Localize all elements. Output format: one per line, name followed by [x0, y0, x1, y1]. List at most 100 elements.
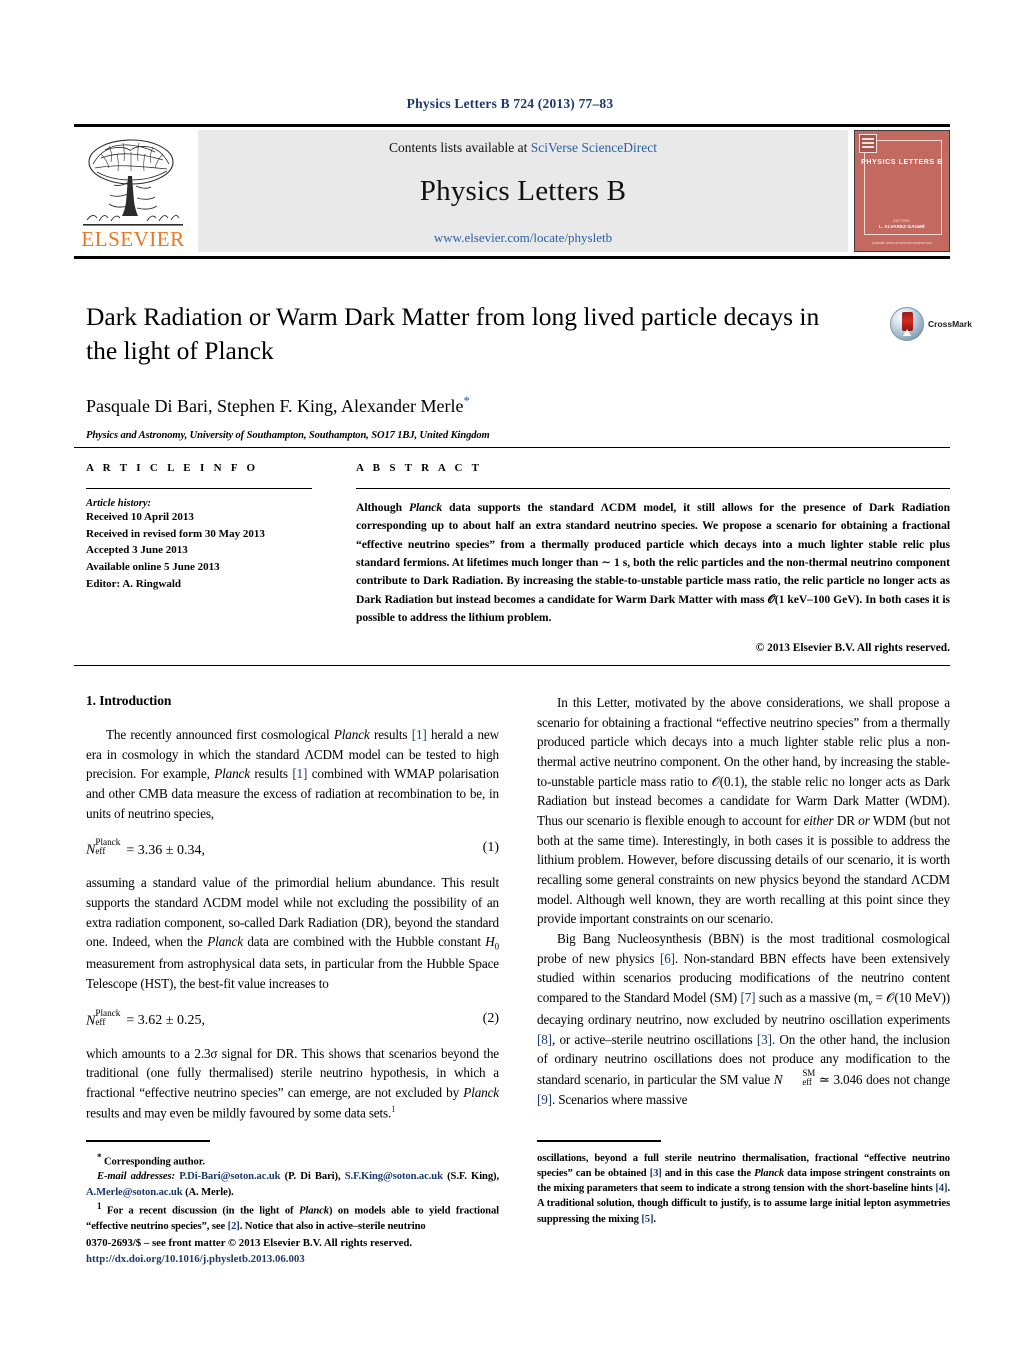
p1-planck: Planck	[333, 727, 370, 742]
p3-seg-b: results and may even be mildly favoured …	[86, 1105, 392, 1121]
rp2-seg-g: ≃ 3.046 does not change	[815, 1072, 950, 1088]
crossmark-badge[interactable]: CrossMark	[890, 302, 972, 346]
eq1-number: (1)	[482, 840, 499, 856]
eq1-symbol: N Planck eff	[86, 838, 120, 858]
abstract-planck-italic: Planck	[408, 501, 443, 514]
citation-ref-6[interactable]: [6]	[660, 951, 675, 966]
eq2-n: N	[86, 1013, 96, 1029]
abstract-heading: A B S T R A C T	[356, 462, 483, 474]
abstract-text: Although Planck data supports the standa…	[356, 499, 950, 627]
paragraph-intro-3: which amounts to a 2.3σ signal for DR. T…	[86, 1044, 499, 1123]
citation-ref-1[interactable]: [1]	[412, 727, 427, 742]
body-column-right: In this Letter, motivated by the above c…	[537, 693, 950, 1109]
sciencedirect-link[interactable]: SciVerse ScienceDirect	[531, 140, 657, 155]
abstract-divider	[356, 488, 950, 489]
citation-ref-7[interactable]: [7]	[740, 990, 755, 1005]
article-info-column: A R T I C L E I N F O Article history: R…	[86, 462, 326, 593]
footnote-rule-left	[86, 1140, 210, 1142]
rp2-seg-e: , or active–sterile neutrino oscillation…	[551, 1031, 757, 1047]
citation-ref-4[interactable]: [4]	[935, 1183, 947, 1194]
citation-ref-5[interactable]: [5]	[641, 1214, 653, 1225]
p3-seg-a: which amounts to a 2.3σ signal for DR. T…	[86, 1045, 499, 1101]
equation-2: N Planck eff = 3.62 ± 0.25, (2)	[86, 1008, 499, 1031]
elsevier-logo: ELSEVIER	[74, 130, 192, 252]
section-heading-introduction: 1. Introduction	[86, 693, 172, 708]
history-editor: Editor: A. Ringwald	[86, 577, 182, 590]
cover-availability-line: Available online at www.sciencedirect.co…	[872, 241, 932, 245]
cover-editors-label: EDITORS:	[893, 219, 911, 223]
affiliation: Physics and Astronomy, University of Sou…	[86, 429, 490, 441]
footnote-marker-1[interactable]: 1	[391, 1104, 396, 1114]
footnote-1-seg-c: . Notice that also in active–sterile neu…	[239, 1220, 426, 1232]
abstract-band-top-rule	[74, 447, 950, 448]
journal-homepage-link[interactable]: www.elsevier.com/locate/physletb	[434, 230, 612, 246]
paragraph-intro-2: assuming a standard value of the primord…	[86, 873, 499, 993]
article-history-label: Article history:	[86, 498, 152, 509]
p1-seg-d: results	[249, 766, 293, 782]
author-list: Pasquale Di Bari, Stephen F. King, Alexa…	[86, 393, 876, 417]
email-link-merle[interactable]: A.Merle@soton.ac.uk	[86, 1187, 183, 1198]
doi-link[interactable]: http://dx.doi.org/10.1016/j.physletb.201…	[86, 1252, 516, 1268]
citation-ref-3b[interactable]: [3]	[650, 1168, 662, 1179]
rp2-nsm-sub: eff	[802, 1076, 812, 1087]
journal-masthead: ELSEVIER Contents lists available at Sci…	[74, 124, 950, 259]
eq2-symbol: N Planck eff	[86, 1008, 120, 1029]
crossmark-label: CrossMark	[928, 319, 972, 329]
fnr-seg-b: and in this case the	[661, 1167, 755, 1179]
article-info-heading: A R T I C L E I N F O	[86, 462, 259, 474]
rp1-seg-b: DR	[833, 813, 859, 829]
rp2-seg-c: such as a massive (m	[755, 990, 869, 1006]
paragraph-right-2: Big Bang Nucleosynthesis (BBN) is the mo…	[537, 929, 950, 1109]
issn-line: 0370-2693/$ – see front matter © 2013 El…	[86, 1237, 413, 1249]
cover-badge-icon	[859, 134, 877, 153]
citation-ref-3[interactable]: [3]	[757, 1032, 772, 1047]
footnotes-left: * Corresponding author. E-mail addresses…	[86, 1140, 499, 1234]
abstract-band-bottom-rule	[74, 665, 950, 666]
abstract-rest: data supports the standard ΛCDM model, i…	[356, 501, 950, 624]
eq1-subscript: eff	[95, 846, 106, 857]
email-name-merle: (A. Merle).	[182, 1186, 234, 1198]
eq2-subscript: eff	[95, 1016, 106, 1027]
body-column-left: 1. Introduction The recently announced f…	[86, 693, 499, 1123]
masthead-top-rule	[74, 124, 950, 127]
eq1-n: N	[86, 842, 96, 858]
p3-planck: Planck	[463, 1085, 499, 1101]
fnr-planck: Planck	[754, 1167, 785, 1179]
elsevier-wordmark: ELSEVIER	[81, 227, 185, 251]
rp1-seg-c: WDM (but not both at the same time). Int…	[537, 813, 950, 927]
history-revised: Received in revised form 30 May 2013	[86, 527, 265, 540]
contents-prefix: Contents lists available at	[388, 140, 531, 155]
p2-seg-c: measurement from astrophysical data sets…	[86, 956, 499, 992]
crossmark-icon	[890, 307, 924, 341]
citation-ref-1b[interactable]: [1]	[292, 766, 307, 781]
sciencedirect-panel: Contents lists available at SciVerse Sci…	[198, 130, 848, 252]
email-link-king[interactable]: S.F.King@soton.ac.uk	[345, 1171, 443, 1182]
abstract-copyright: © 2013 Elsevier B.V. All rights reserved…	[755, 642, 950, 655]
cover-title: PHYSICS LETTERS B	[861, 159, 943, 166]
rp1-either: either	[803, 813, 834, 829]
title-block: Dark Radiation or Warm Dark Matter from …	[86, 300, 876, 441]
footnote-corr-text: Corresponding author.	[101, 1156, 205, 1168]
footnote-1-planck: Planck	[298, 1205, 329, 1217]
p1-seg-b: results	[369, 727, 412, 742]
corresponding-author-marker[interactable]: *	[463, 393, 470, 408]
paragraph-right-1: In this Letter, motivated by the above c…	[537, 693, 950, 929]
p2-h0: H	[485, 934, 495, 950]
rp1-seg-a: In this Letter, motivated by the above c…	[537, 695, 950, 829]
contents-available-line: Contents lists available at SciVerse Sci…	[389, 140, 657, 156]
citation-ref-8[interactable]: [8]	[537, 1032, 552, 1047]
rp2-seg-h: . Scenarios where massive	[551, 1091, 688, 1107]
journal-title: Physics Letters B	[419, 175, 627, 207]
email-link-di-bari[interactable]: P.Di-Bari@soton.ac.uk	[179, 1171, 280, 1182]
eq2-number: (2)	[482, 1010, 499, 1026]
citation-ref-2[interactable]: [2]	[228, 1221, 240, 1232]
footnote-1: 1 For a recent discussion (in the light …	[86, 1200, 499, 1234]
history-available-online: Available online 5 June 2013	[86, 561, 220, 574]
rp1-or: or	[858, 813, 870, 829]
p2-h0-sub: 0	[494, 942, 500, 953]
p2-planck: Planck	[207, 934, 243, 950]
footnote-1-seg-a: For a recent discussion (in the light of	[101, 1205, 299, 1217]
eq2-value: = 3.62 ± 0.25,	[126, 1013, 205, 1029]
history-received: Received 10 April 2013	[86, 511, 194, 523]
citation-ref-9[interactable]: [9]	[537, 1092, 552, 1107]
